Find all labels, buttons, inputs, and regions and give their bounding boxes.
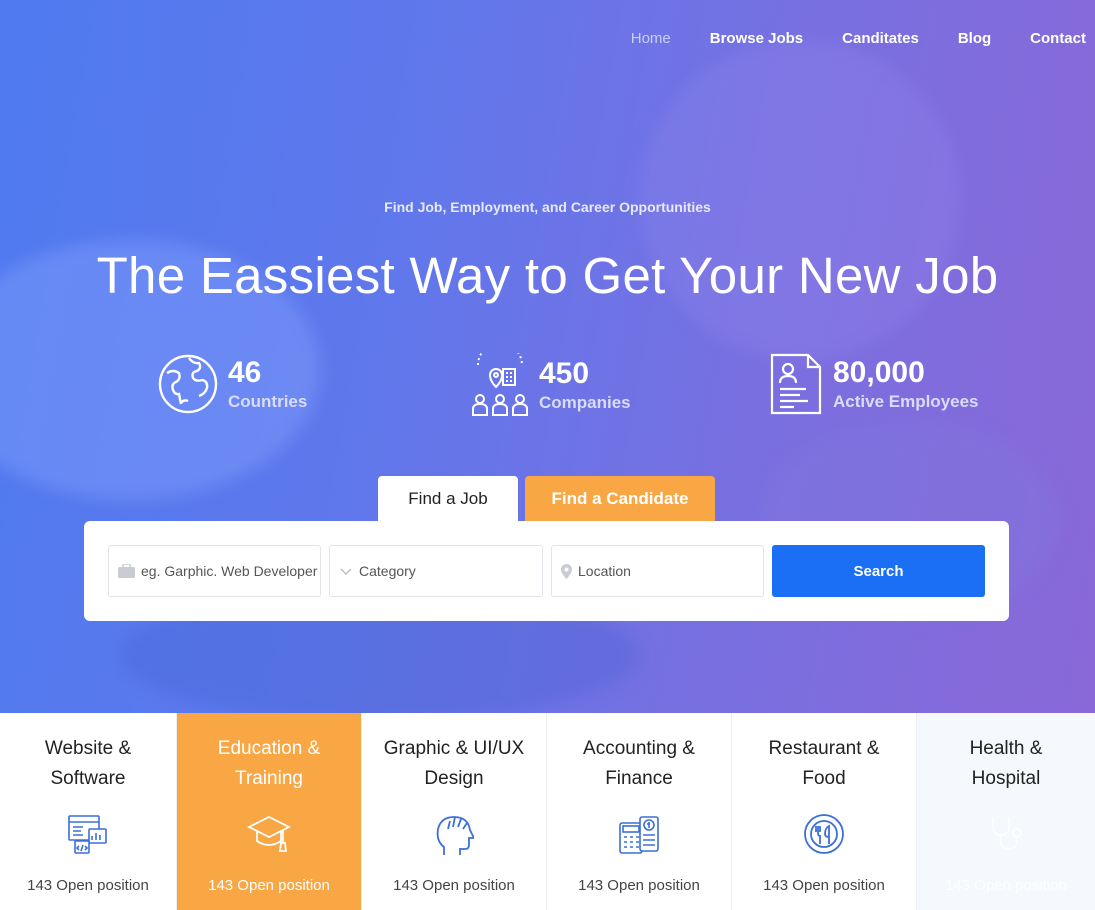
category-placeholder: Category (359, 563, 416, 579)
web-software-icon (67, 813, 109, 860)
stat-countries: 46 Countries (157, 353, 307, 415)
chevron-down-icon (339, 566, 353, 576)
creative-head-icon (434, 813, 476, 862)
category-title: Education & Training (217, 738, 321, 789)
location-pin-icon (561, 563, 572, 579)
category-count: 143 Open position (208, 877, 330, 894)
globe-icon (157, 353, 219, 415)
stat-number: 46 (228, 356, 262, 389)
location-input[interactable]: Location (551, 545, 764, 597)
category-title: Website & Software (44, 738, 132, 789)
category-strip: Website & Software 143 Open position Educ… (0, 713, 1095, 910)
nav-home[interactable]: Home (631, 30, 671, 47)
category-title: Graphic & UI/UX Design (383, 738, 525, 789)
stat-label: Companies (539, 393, 631, 412)
tab-find-candidate[interactable]: Find a Candidate (525, 476, 715, 522)
category-card[interactable]: Restaurant & Food 143 Open position (732, 713, 917, 910)
hero-headline: The Eassiest Way to Get Your New Job (96, 247, 999, 304)
stethoscope-icon (985, 813, 1027, 860)
companies-icon (470, 353, 530, 417)
nav-browse-jobs[interactable]: Browse Jobs (710, 30, 803, 47)
category-card[interactable]: Education & Training 143 Open position (177, 713, 362, 910)
search-button[interactable]: Search (772, 545, 985, 597)
nav-candidates[interactable]: Canditates (842, 30, 919, 47)
category-count: 143 Open position (27, 877, 149, 894)
resume-icon (770, 353, 824, 415)
search-box: eg. Garphic. Web Developer Category Loca… (84, 521, 1009, 621)
keyword-input[interactable]: eg. Garphic. Web Developer (108, 545, 321, 597)
search-tabs: Find a Job Find a Candidate (378, 476, 715, 522)
category-select[interactable]: Category (329, 545, 543, 597)
hero-subtitle: Find Job, Employment, and Career Opportu… (384, 199, 711, 215)
category-card[interactable]: Graphic & UI/UX Design 143 Open position (362, 713, 547, 910)
nav-contact[interactable]: Contact (1030, 30, 1086, 47)
tab-find-job[interactable]: Find a Job (378, 476, 518, 522)
category-title: Accounting & Finance (583, 738, 695, 789)
graduation-cap-icon (246, 813, 292, 860)
nav-blog[interactable]: Blog (958, 30, 991, 47)
stat-label: Countries (228, 392, 308, 411)
calculator-icon (618, 813, 660, 860)
main-nav: Home Browse Jobs Canditates Blog Contact (592, 30, 1086, 47)
stat-number: 450 (539, 357, 590, 390)
stat-number: 80,000 (833, 356, 925, 389)
location-placeholder: Location (578, 563, 631, 579)
category-title: Restaurant & Food (768, 738, 880, 789)
category-count: 143 Open position (945, 877, 1067, 894)
category-card[interactable]: Health & Hospital 143 Open position (917, 713, 1095, 910)
category-count: 143 Open position (578, 877, 700, 894)
stat-companies: 450 Companies (470, 353, 631, 417)
category-count: 143 Open position (393, 877, 515, 894)
briefcase-icon (118, 564, 135, 578)
stat-employees: 80,000 Active Employees (770, 353, 979, 415)
hero-section: Home Browse Jobs Canditates Blog Contact… (0, 0, 1095, 713)
stat-label: Active Employees (833, 392, 979, 411)
restaurant-icon (803, 813, 845, 860)
category-count: 143 Open position (763, 877, 885, 894)
category-card[interactable]: Website & Software 143 Open position (0, 713, 177, 910)
keyword-placeholder: eg. Garphic. Web Developer (141, 563, 318, 579)
category-title: Health & Hospital (969, 738, 1043, 789)
category-card[interactable]: Accounting & Finance 143 Open position (547, 713, 732, 910)
